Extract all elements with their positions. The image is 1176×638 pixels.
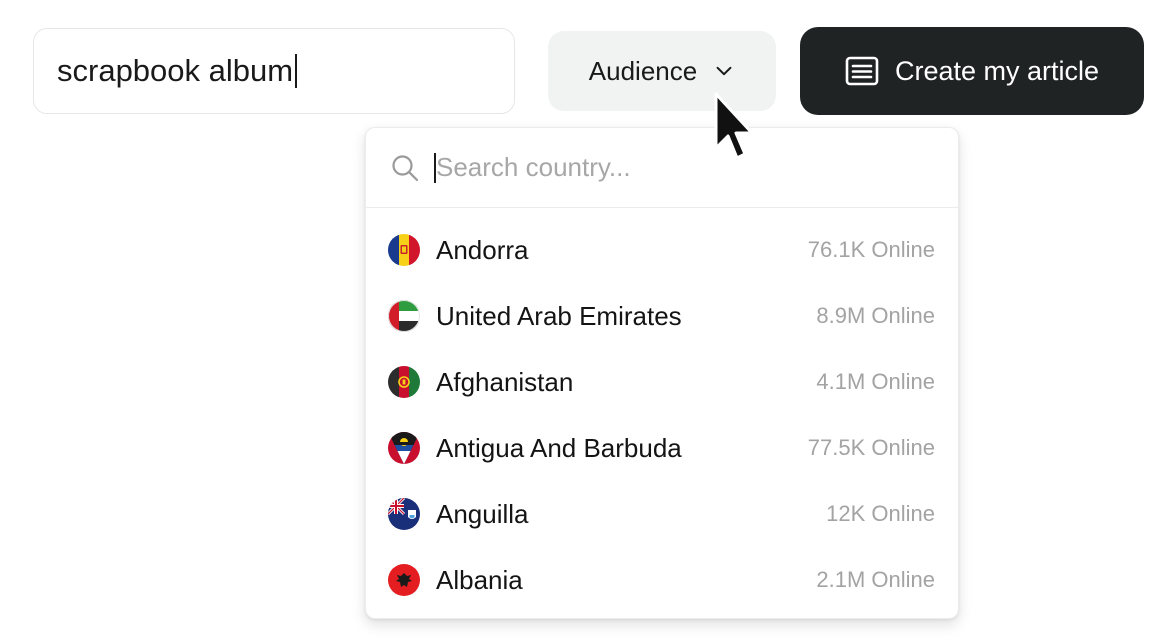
online-count: 4.1M Online [816,369,935,394]
anguilla-flag-icon [388,498,420,530]
online-count: 12K Online [826,501,935,526]
country-item-afghanistan[interactable]: Afghanistan 4.1M Online [366,349,958,415]
stage: scrapbook album Audience Create my artic… [0,0,1176,638]
country-list: Andorra 76.1K Online United Arab Emirate… [366,208,958,613]
uae-flag-icon [388,300,420,332]
audience-button-label: Audience [588,55,698,86]
country-name: Andorra [436,234,529,265]
mouse-pointer-icon [714,92,754,160]
country-item-andorra[interactable]: Andorra 76.1K Online [366,217,958,283]
country-name: United Arab Emirates [436,300,682,331]
topic-input-value: scrapbook album [57,53,294,88]
create-article-button[interactable]: Create my article [800,27,1144,115]
afghanistan-flag-icon [388,366,420,398]
country-dropdown-panel: Andorra 76.1K Online United Arab Emirate… [365,127,959,619]
topic-input[interactable]: scrapbook album [33,28,515,114]
country-item-united-arab-emirates[interactable]: United Arab Emirates 8.9M Online [366,283,958,349]
online-count: 8.9M Online [816,303,935,328]
country-name: Afghanistan [436,366,574,397]
country-item-antigua-and-barbuda[interactable]: Antigua And Barbuda 77.5K Online [366,415,958,481]
search-icon [392,154,419,181]
online-count: 77.5K Online [807,435,935,460]
antigua-flag-icon [388,432,420,464]
country-name: Albania [436,564,523,595]
create-button-label: Create my article [894,55,1100,86]
country-search-input[interactable] [436,152,896,183]
text-caret [295,54,298,88]
andorra-flag-icon [388,234,420,266]
online-count: 2.1M Online [816,567,935,592]
albania-flag-icon [388,564,420,596]
chevron-down-icon [716,66,732,76]
country-name: Anguilla [436,498,529,529]
online-count: 76.1K Online [807,237,935,262]
article-icon [845,56,879,86]
country-search-row [366,128,958,208]
country-name: Antigua And Barbuda [436,432,682,463]
country-item-albania[interactable]: Albania 2.1M Online [366,547,958,613]
country-item-anguilla[interactable]: Anguilla 12K Online [366,481,958,547]
